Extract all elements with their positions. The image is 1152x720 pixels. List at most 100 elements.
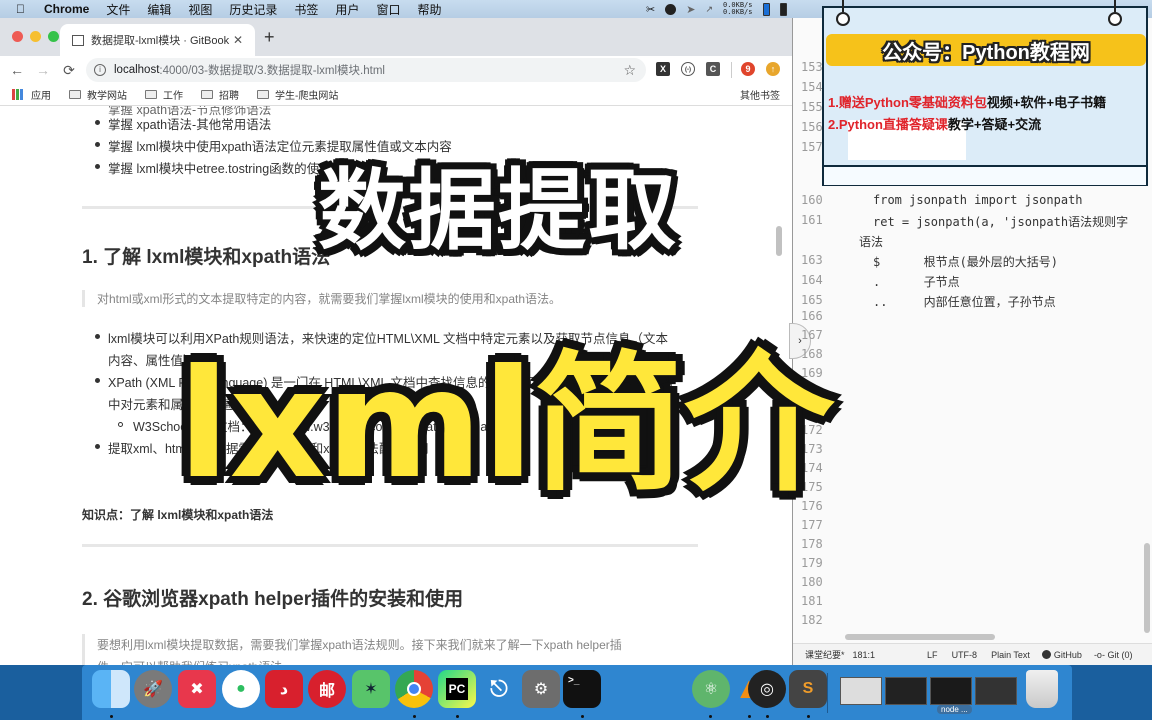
status-git[interactable]: -o- Git (0) [1094,650,1133,660]
minimize-window-button[interactable] [30,31,41,42]
send-icon[interactable]: ➤ [686,3,695,16]
extension-upload-icon[interactable]: ↑ [766,62,780,76]
running-indicator [766,715,769,718]
keynote-icon[interactable]: ⎋ [480,670,518,708]
editor-horizontal-scrollbar[interactable] [845,634,995,640]
launchpad-icon[interactable]: 🚀 [134,670,172,708]
netease-music-icon[interactable]: د [265,670,303,708]
minimized-window-node[interactable] [930,677,972,705]
status-file-name[interactable]: 课堂纪要* [805,648,845,661]
line-number: 157 [801,140,823,154]
menu-people[interactable]: 用户 [335,1,359,18]
status-cursor[interactable]: 181:1 [853,650,876,660]
reload-button[interactable]: ⟳ [56,62,82,79]
new-tab-button[interactable]: + [264,27,275,48]
editor-vertical-scrollbar[interactable] [1144,543,1150,633]
bullet [95,378,100,383]
trash-icon[interactable] [1026,670,1058,708]
music-icon[interactable] [665,3,677,15]
bookmark-label: 学生-爬虫网站 [275,91,339,102]
bullet [95,334,100,339]
status-line-ending[interactable]: LF [927,650,938,660]
status-grammar[interactable]: Plain Text [991,650,1030,660]
expand-icon[interactable]: ↗ [705,4,713,15]
address-bar[interactable]: i localhost :4000/03-数据提取/3.数据提取-lxml模块.… [86,58,646,82]
status-encoding[interactable]: UTF-8 [952,650,978,660]
bullet [95,120,100,125]
mindnode-icon[interactable]: ✶ [352,670,390,708]
extension-g-icon[interactable]: 9 [741,62,755,76]
net-down: 0.0KB/s [722,8,753,16]
code-line[interactable]: $ 根节点(最外层的大括号) [873,253,1058,270]
code-line[interactable]: from jsonpath import jsonpath [873,193,1083,207]
status-github[interactable]: GitHub [1041,650,1082,660]
menu-bookmarks[interactable]: 书签 [294,1,318,18]
overlay-title-top: 数据提取 [318,159,679,262]
promo-line-1-detail: 视频+软件+电子书籍 [986,95,1107,110]
line-number: 154 [801,80,823,94]
terminal-icon[interactable]: >_ [563,670,601,708]
minimized-window-pycharm[interactable] [885,677,927,705]
tab-active[interactable]: 数据提取-lxml模块 · GitBook ✕ [60,24,255,56]
line-number: 182 [801,613,823,627]
obs-icon[interactable]: ◎ [748,670,786,708]
bookmark-jobs[interactable]: 招聘 [201,87,239,102]
minimized-window-sublime[interactable] [975,677,1017,705]
battery-icon-2[interactable] [779,2,787,16]
running-indicator [413,715,416,718]
evernote-icon[interactable]: ● [222,670,260,708]
menubar-status-area: ✂ ➤ ↗ 0.0KB/s 0.0KB/s [646,0,787,18]
bullet [95,164,100,169]
menu-help[interactable]: 帮助 [417,1,441,18]
apple-icon[interactable]:  [16,2,30,16]
system-preferences-icon[interactable]: ⚙ [522,670,560,708]
code-line[interactable]: . 子节点 [873,273,960,290]
bookmark-apps[interactable]: 应用 [31,87,51,102]
goal-item: 掌握 lxml模块中etree.tostring函数的使用 [108,162,332,176]
minimized-window-obs[interactable] [840,677,882,705]
extension-circle-icon[interactable]: (-) [681,62,695,76]
page-scrollbar[interactable] [776,226,782,256]
section-2-heading: 2. 谷歌浏览器xpath helper插件的安装和使用 [82,589,464,610]
bookmark-star-icon[interactable]: ☆ [623,62,636,79]
mail-master-icon[interactable]: 邮 [308,670,346,708]
scissors-icon[interactable]: ✂ [646,3,655,16]
tab-close-icon[interactable]: ✕ [233,33,243,47]
line-number: 155 [801,100,823,114]
battery-icon[interactable] [762,2,770,16]
close-window-button[interactable] [12,31,23,42]
menu-file[interactable]: 文件 [106,1,130,18]
promo-line-1-highlight: 1.赠送Python零基础资料包 [828,95,987,110]
menu-app-name[interactable]: Chrome [44,2,89,16]
bookmark-teaching-sites[interactable]: 教学网站 [69,87,127,102]
line-number: 165 [801,293,823,307]
bookmark-other[interactable]: 其他书签 [740,87,780,102]
info-icon[interactable]: i [94,64,106,76]
xmind-icon[interactable]: ✖ [178,670,216,708]
sublime-text-icon[interactable]: S [789,670,827,708]
atom-icon[interactable]: ⚛ [692,670,730,708]
code-line[interactable]: .. 内部任意位置，子孙节点 [873,293,1056,310]
bullet [95,142,100,147]
line-number: 164 [801,273,823,287]
menu-edit[interactable]: 编辑 [147,1,171,18]
code-line[interactable]: 语法 [859,233,883,250]
extension-c-icon[interactable]: C [706,62,720,76]
pycharm-icon[interactable]: PC [438,670,476,708]
menu-history[interactable]: 历史记录 [229,1,277,18]
extension-x-icon[interactable]: X [656,62,670,76]
bookmark-student-crawler[interactable]: 学生-爬虫网站 [257,87,338,102]
finder-icon[interactable] [92,670,130,708]
back-button[interactable]: ← [4,62,30,78]
menu-window[interactable]: 窗口 [376,1,400,18]
chrome-icon[interactable] [395,670,433,708]
maximize-window-button[interactable] [48,31,59,42]
code-line[interactable]: ret = jsonpath(a, 'jsonpath语法规则字 [873,213,1128,230]
promo-line-2-highlight: 2.Python直播答疑课 [828,117,948,132]
promo-card: 公众号：Python教程网 1.赠送Python零基础资料包视频+软件+电子书籍… [822,0,1148,186]
menu-view[interactable]: 视图 [188,1,212,18]
bookmark-work[interactable]: 工作 [145,87,183,102]
dock-separator [827,673,828,713]
forward-button[interactable]: → [30,62,56,78]
bookmark-label: 应用 [31,91,51,102]
